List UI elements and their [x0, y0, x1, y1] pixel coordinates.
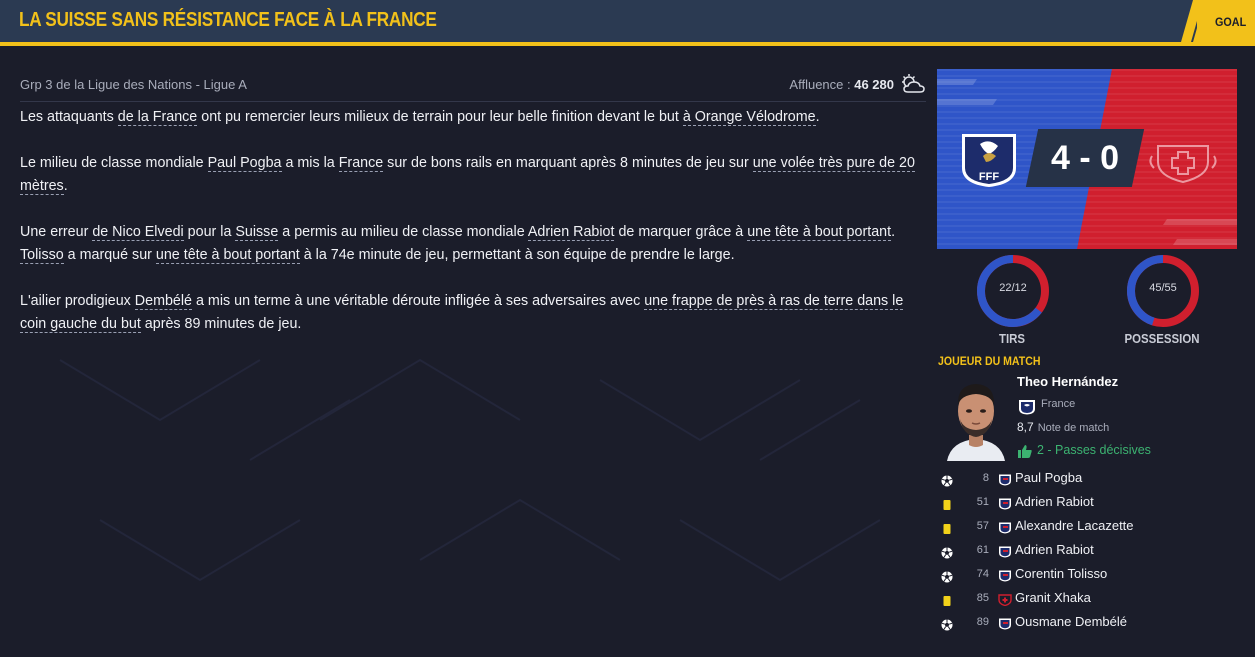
- possession-label: POSSESSION: [1124, 331, 1200, 346]
- crest-text: FFF: [979, 171, 999, 183]
- score-text: 4 - 0: [1050, 139, 1120, 177]
- player-link[interactable]: Tolisso: [20, 247, 64, 264]
- player-link[interactable]: Dembélé: [134, 293, 193, 310]
- report-paragraph: Le milieu de classe mondiale Paul Pogba …: [20, 152, 920, 198]
- yellow-card-icon: [941, 522, 953, 534]
- text: .: [815, 109, 820, 125]
- motm-title: JOUEUR DU MATCH: [938, 354, 1041, 368]
- header-bar: LA SUISSE SANS RÉSISTANCE FACE À LA FRAN…: [0, 0, 1255, 46]
- event-player-name[interactable]: Adrien Rabiot: [1015, 494, 1094, 509]
- france-flag-icon: [997, 521, 1013, 534]
- report-paragraph: Une erreur de Nico Elvedi pour la Suisse…: [20, 221, 920, 267]
- france-crest-icon: FFF: [962, 134, 1016, 187]
- event-minute: 61: [976, 544, 989, 556]
- text: après 89 minutes de jeu.: [140, 316, 302, 332]
- goal-link[interactable]: une tête à bout portant: [747, 224, 892, 241]
- france-flag-icon: [1019, 400, 1035, 415]
- event-player-name[interactable]: Paul Pogba: [1015, 470, 1082, 485]
- text: Une erreur: [20, 224, 93, 240]
- stadium-link[interactable]: à Orange Vélodrome: [682, 109, 816, 126]
- event-row[interactable]: 51 Adrien Rabiot: [937, 494, 1237, 518]
- attendance-value: 46 280: [854, 77, 894, 92]
- text: ont pu remercier leurs milieux de terrai…: [197, 109, 683, 125]
- event-row[interactable]: 8 Paul Pogba: [937, 470, 1237, 494]
- event-row[interactable]: 57 Alexandre Lacazette: [937, 518, 1237, 542]
- player-link[interactable]: Adrien Rabiot: [527, 224, 615, 241]
- event-minute: 89: [976, 616, 989, 628]
- text: L'ailier prodigieux: [20, 293, 135, 309]
- event-player-name[interactable]: Alexandre Lacazette: [1015, 518, 1134, 533]
- france-flag-icon: [997, 617, 1013, 630]
- text: a marqué sur: [63, 247, 156, 263]
- event-minute: 8: [982, 472, 989, 484]
- goal-ball-icon: [941, 474, 953, 487]
- report-paragraph: Les attaquants de la France ont pu remer…: [20, 106, 920, 129]
- shots-value: 22/12: [999, 282, 1027, 294]
- team-link[interactable]: Suisse: [235, 224, 279, 241]
- text: a mis un terme à une véritable déroute i…: [192, 293, 645, 309]
- event-row[interactable]: 85 Granit Xhaka: [937, 590, 1237, 614]
- text: de marquer grâce à: [614, 224, 748, 240]
- match-meta: Grp 3 de la Ligue des Nations - Ligue A …: [20, 74, 926, 102]
- goal-link[interactable]: une tête à bout portant: [155, 247, 300, 264]
- france-flag-icon: [997, 545, 1013, 558]
- text: Le milieu de classe mondiale: [20, 155, 208, 171]
- player-link[interactable]: de Nico Elvedi: [92, 224, 184, 241]
- page-title: LA SUISSE SANS RÉSISTANCE FACE À LA FRAN…: [19, 9, 437, 31]
- goal-ball-icon: [941, 570, 953, 583]
- text: .: [63, 178, 68, 194]
- event-minute: 57: [976, 520, 989, 532]
- event-player-name[interactable]: Ousmane Dembélé: [1015, 614, 1127, 629]
- goal-tab-label: GOAL: [1215, 15, 1247, 29]
- event-row[interactable]: 89 Ousmane Dembélé: [937, 614, 1237, 638]
- player-link[interactable]: Paul Pogba: [207, 155, 282, 172]
- france-flag-icon: [997, 569, 1013, 582]
- text: .: [891, 224, 896, 240]
- event-player-name[interactable]: Corentin Tolisso: [1015, 566, 1107, 581]
- text: a mis la: [281, 155, 339, 171]
- attendance-label: Affluence :: [789, 77, 855, 92]
- goal-ball-icon: [941, 618, 953, 631]
- rating-label: Note de match: [1037, 422, 1110, 434]
- player-avatar[interactable]: [943, 375, 1009, 461]
- possession-donut: 45/55: [1125, 253, 1201, 329]
- cloudy-weather-icon: [902, 74, 925, 93]
- match-report: Les attaquants de la France ont pu remer…: [20, 106, 920, 359]
- event-minute: 74: [976, 568, 989, 580]
- report-paragraph: L'ailier prodigieux Dembélé a mis un ter…: [20, 290, 920, 336]
- possession-value: 45/55: [1149, 282, 1177, 294]
- text: pour la: [183, 224, 236, 240]
- rating-value: 8,7: [1017, 420, 1034, 434]
- goal-tab[interactable]: GOAL: [1197, 0, 1255, 42]
- motm-player-name[interactable]: Theo Hernández: [1017, 374, 1118, 389]
- event-player-name[interactable]: Adrien Rabiot: [1015, 542, 1094, 557]
- text: Les attaquants: [20, 109, 118, 125]
- text: à la 74e minute de jeu, permettant à son…: [299, 247, 735, 263]
- france-flag-icon: [997, 497, 1013, 510]
- motm-rating: 8,7 Note de match: [1017, 420, 1109, 434]
- switzerland-flag-icon: [997, 593, 1013, 607]
- score-display: 4 - 0: [1025, 129, 1145, 187]
- team-link[interactable]: France: [338, 155, 384, 172]
- attendance: Affluence : 46 280: [789, 77, 894, 92]
- event-row[interactable]: 74 Corentin Tolisso: [937, 566, 1237, 590]
- yellow-card-icon: [941, 498, 953, 510]
- yellow-card-icon: [941, 594, 953, 606]
- shots-donut: 22/12: [975, 253, 1051, 329]
- thumbs-up-icon: [1018, 445, 1032, 458]
- event-minute: 85: [976, 592, 989, 604]
- text: sur de bons rails en marquant après 8 mi…: [383, 155, 753, 171]
- shots-label: TIRS: [998, 331, 1026, 346]
- event-minute: 51: [976, 496, 989, 508]
- event-row[interactable]: 61 Adrien Rabiot: [937, 542, 1237, 566]
- france-flag-icon: [997, 473, 1013, 486]
- team-link[interactable]: de la France: [117, 109, 198, 126]
- goal-ball-icon: [941, 546, 953, 559]
- motm-assists: 2 - Passes décisives: [1037, 443, 1151, 457]
- text: a permis au milieu de classe mondiale: [278, 224, 528, 240]
- switzerland-crest-icon: [1149, 145, 1217, 184]
- event-player-name[interactable]: Granit Xhaka: [1015, 590, 1091, 605]
- motm-nation[interactable]: France: [1041, 398, 1075, 410]
- competition-name: Grp 3 de la Ligue des Nations - Ligue A: [20, 77, 247, 92]
